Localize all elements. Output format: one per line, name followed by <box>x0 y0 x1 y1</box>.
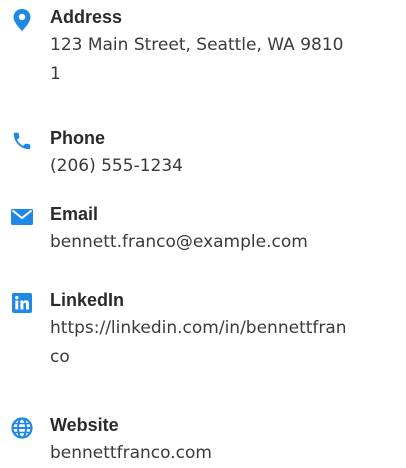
map-pin-icon <box>10 8 34 32</box>
linkedin-icon <box>10 291 34 315</box>
website-label: Website <box>50 415 119 435</box>
contact-list: Address 123 Main Street, Seattle, WA 981… <box>10 6 390 468</box>
contact-item-phone: Phone (206) 555-1234 <box>10 127 390 203</box>
globe-icon <box>10 416 34 440</box>
contact-item-website: Website bennettfranco.com <box>10 414 390 468</box>
phone-value: (206) 555-1234 <box>50 156 183 176</box>
contact-item-address: Address 123 Main Street, Seattle, WA 981… <box>10 6 390 127</box>
phone-icon <box>10 129 34 153</box>
email-label: Email <box>50 204 99 224</box>
envelope-icon <box>10 205 34 229</box>
linkedin-label: LinkedIn <box>50 290 125 310</box>
linkedin-value[interactable]: https://linkedin.com/in/bennettfranco <box>50 314 354 372</box>
phone-label: Phone <box>50 128 106 148</box>
email-value[interactable]: bennett.franco@example.com <box>50 228 354 257</box>
address-label: Address <box>50 7 123 27</box>
address-value: 123 Main Street, Seattle, WA 98101 <box>50 35 344 84</box>
contact-item-linkedin: LinkedIn https://linkedin.com/in/bennett… <box>10 289 390 414</box>
website-value[interactable]: bennettfranco.com <box>50 439 354 468</box>
contact-item-email: Email bennett.franco@example.com <box>10 203 390 289</box>
